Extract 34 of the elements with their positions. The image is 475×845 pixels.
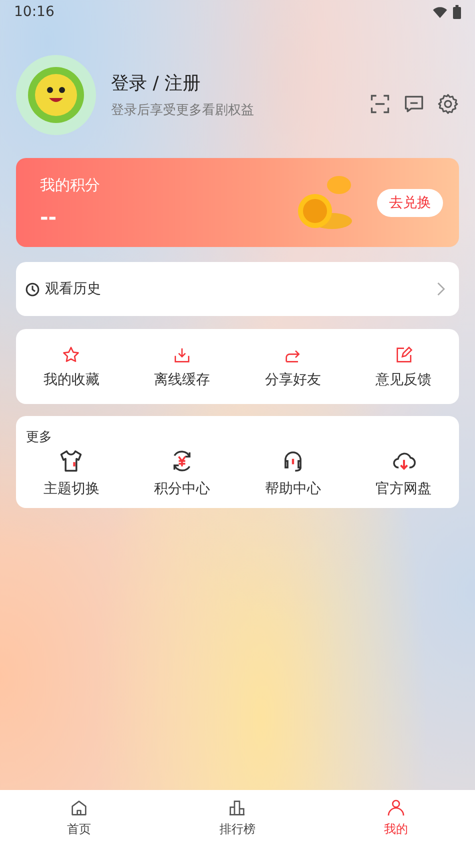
nav-tab[interactable]: 我的 (316, 790, 475, 845)
more-item[interactable]: 帮助中心 (238, 448, 348, 498)
more-item[interactable]: 官方网盘 (348, 448, 459, 498)
person-icon (386, 798, 406, 818)
status-time: 10:16 (14, 4, 54, 20)
login-hint: 登录后享受更多看剧权益 (111, 102, 255, 119)
edit-icon (394, 344, 414, 364)
bar-chart-icon (227, 798, 248, 818)
settings-icon[interactable] (437, 93, 459, 115)
redeem-button[interactable]: 去兑换 (377, 188, 443, 216)
chevron-right-icon (437, 282, 445, 296)
wifi-icon (433, 6, 447, 18)
nav-tab[interactable]: 排行榜 (158, 790, 317, 845)
shortcut-item[interactable]: 我的收藏 (16, 344, 127, 388)
star-icon (61, 344, 82, 364)
scan-icon[interactable] (369, 93, 391, 115)
more-item[interactable]: 积分中心 (126, 448, 238, 498)
more-item[interactable]: 主题切换 (16, 448, 127, 498)
t-shirt-icon (58, 448, 84, 474)
shortcut-item[interactable]: 离线缓存 (126, 344, 238, 388)
message-icon[interactable] (403, 93, 425, 115)
watch-history-row[interactable]: 观看历史 (16, 262, 459, 316)
login-register-link[interactable]: 登录 / 注册 (111, 71, 369, 95)
clock-icon (25, 282, 40, 296)
watch-history-label: 观看历史 (45, 280, 102, 298)
home-icon (69, 798, 90, 818)
shortcut-item[interactable]: 分享好友 (238, 344, 348, 388)
points-value: -- (40, 205, 58, 229)
shortcut-item[interactable]: 意见反馈 (348, 344, 459, 388)
more-title: 更多 (26, 429, 53, 446)
nav-tab[interactable]: 首页 (0, 790, 158, 845)
points-title: 我的积分 (40, 176, 101, 195)
mascot-drawing (26, 65, 86, 125)
battery-icon (453, 5, 461, 19)
